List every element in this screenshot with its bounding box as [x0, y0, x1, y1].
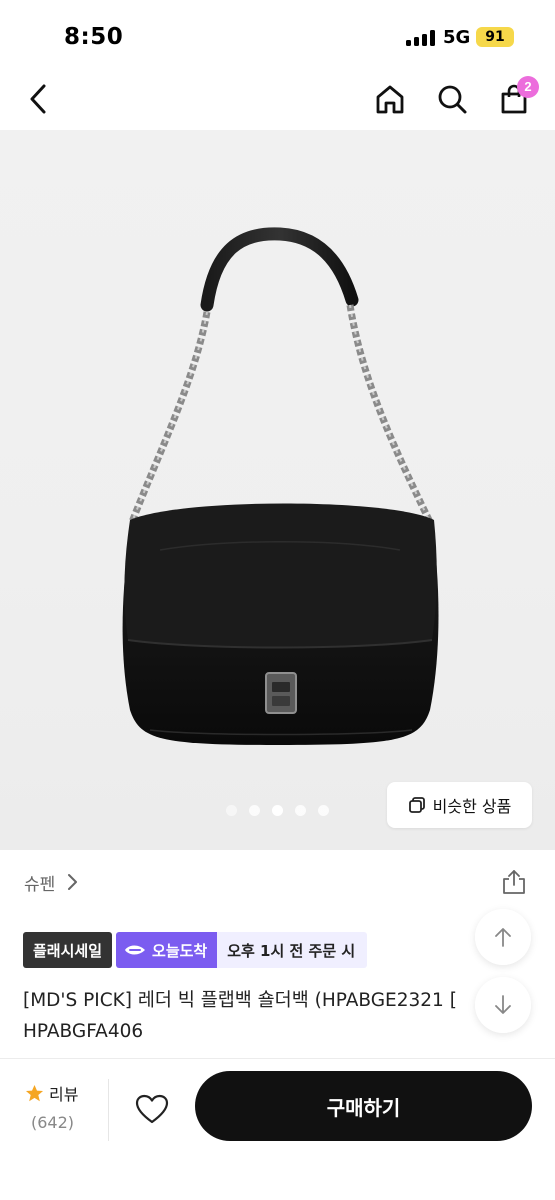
wishlist-button[interactable] [130, 1087, 174, 1131]
review-summary[interactable]: 리뷰 (642) [25, 1081, 95, 1132]
back-button[interactable] [20, 80, 58, 118]
search-button[interactable] [433, 80, 471, 118]
star-icon [25, 1084, 44, 1101]
pagination-dot[interactable] [295, 805, 306, 816]
chevron-left-icon [30, 84, 46, 114]
bottom-action-bar: 리뷰 (642) 구매하기 [0, 1058, 555, 1200]
flash-sale-badge: 플래시세일 [23, 932, 113, 968]
share-icon[interactable] [500, 868, 528, 896]
scroll-top-button[interactable] [475, 909, 531, 965]
image-pagination [0, 805, 555, 819]
delivery-tags: 플래시세일 오늘도착 오후 1시 전 주문 시 [23, 932, 368, 968]
buy-button[interactable]: 구매하기 [195, 1071, 532, 1141]
product-title-line: [MD'S PICK] 레더 빅 플랩백 숄더백 (HPABGE2321 [ [23, 990, 457, 1011]
pagination-dot-active[interactable] [272, 805, 283, 816]
review-label: 리뷰 [49, 1085, 79, 1104]
chevron-right-icon [68, 874, 77, 890]
top-nav: 2 [0, 68, 555, 130]
order-deadline-label: 오후 1시 전 주문 시 [217, 932, 368, 968]
product-image[interactable] [0, 130, 555, 850]
home-icon [376, 85, 404, 114]
battery-indicator: 91 [476, 27, 514, 47]
product-title-line: HPABGFA406 [23, 1021, 144, 1042]
scroll-bottom-button[interactable] [475, 977, 531, 1033]
review-count: (642) [31, 1113, 75, 1132]
today-arrival-badge: 오늘도착 [116, 932, 218, 968]
pagination-dot[interactable] [226, 805, 237, 816]
pagination-dot[interactable] [318, 805, 329, 816]
arrow-up-icon [495, 928, 511, 947]
home-button[interactable] [371, 80, 409, 118]
status-time: 8:50 [64, 24, 124, 50]
delivery-icon [125, 945, 146, 955]
product-photo [122, 227, 439, 745]
heart-icon [135, 1094, 169, 1124]
divider [108, 1079, 109, 1141]
product-title: [MD'S PICK] 레더 빅 플랩백 숄더백 (HPABGE2321 [ H… [23, 985, 483, 1047]
signal-icon [406, 30, 436, 46]
status-bar: 8:50 5G 91 [0, 0, 555, 68]
cart-button[interactable]: 2 [495, 76, 539, 118]
arrow-down-icon [495, 995, 511, 1014]
brand-row: 슈펜 [0, 858, 555, 908]
network-label: 5G [443, 27, 471, 48]
search-icon [438, 85, 467, 114]
pagination-dot[interactable] [249, 805, 260, 816]
today-arrival-label: 오늘도착 [152, 941, 208, 960]
cart-badge: 2 [517, 76, 539, 98]
brand-link[interactable]: 슈펜 [24, 870, 55, 895]
